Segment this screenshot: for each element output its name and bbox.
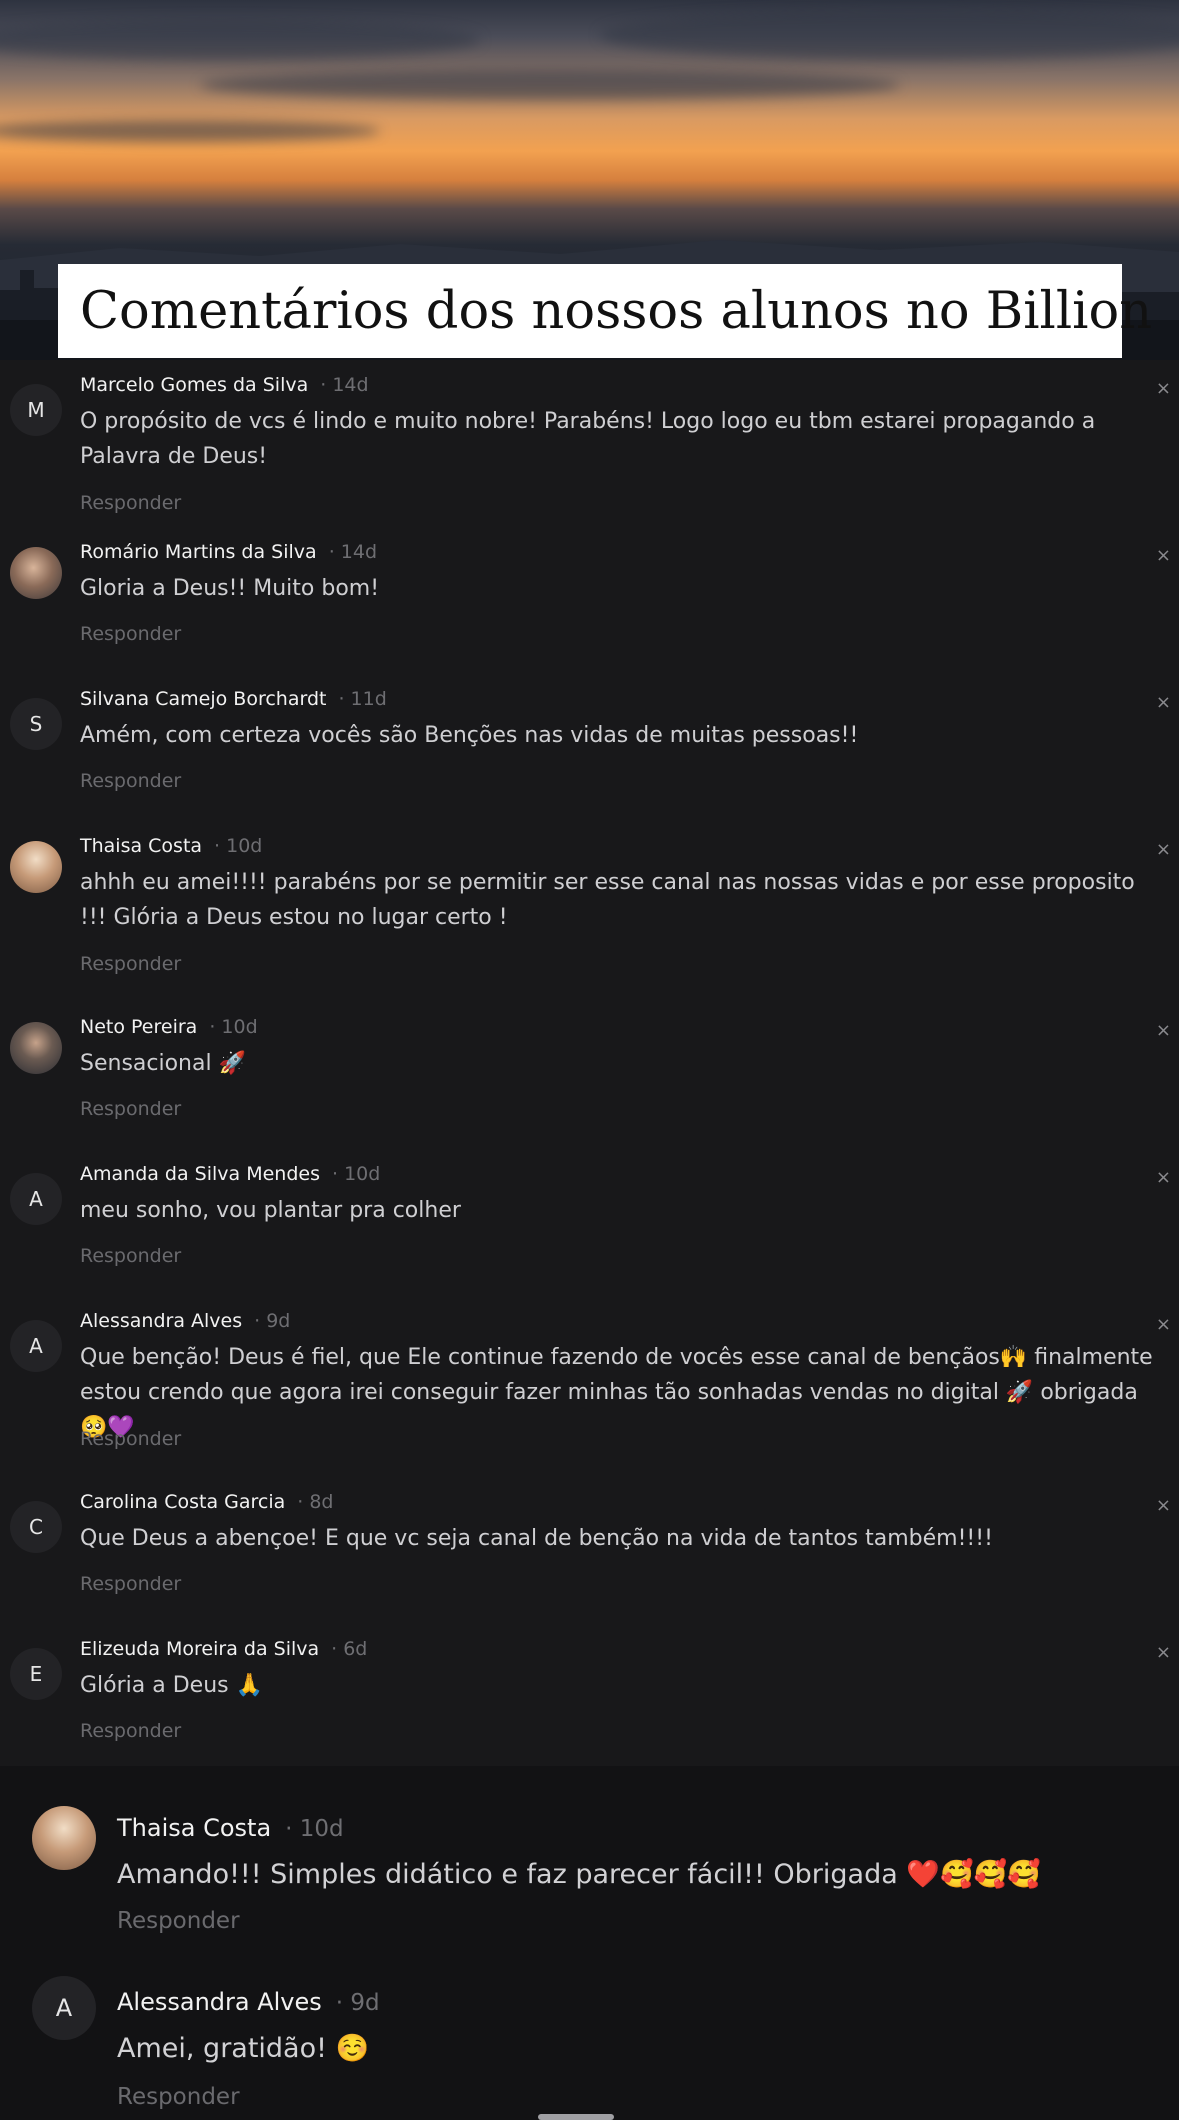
comment-text: O propósito de vcs é lindo e muito nobre…: [80, 409, 1096, 469]
reply-button[interactable]: Responder: [80, 1098, 181, 1120]
close-icon[interactable]: ×: [1156, 692, 1171, 713]
avatar[interactable]: [10, 547, 62, 599]
avatar[interactable]: E: [10, 1648, 62, 1700]
avatar[interactable]: M: [10, 384, 62, 436]
comment-text: Que Deus a abençoe! E que vc seja canal …: [80, 1526, 993, 1551]
author-name[interactable]: Silvana Camejo Borchardt: [80, 688, 326, 710]
comment-text: Amém, com certeza vocês são Benções nas …: [80, 723, 859, 748]
avatar[interactable]: S: [10, 698, 62, 750]
avatar[interactable]: [10, 841, 62, 893]
avatar[interactable]: [10, 1022, 62, 1074]
avatar[interactable]: A: [10, 1173, 62, 1225]
comment-text: Amei, gratidão! ☺️: [117, 2033, 370, 2064]
author-name[interactable]: Thaisa Costa: [80, 835, 202, 857]
comment-text: Glória a Deus 🙏: [80, 1673, 263, 1698]
close-icon[interactable]: ×: [1156, 839, 1171, 860]
comment-time: · 8d: [297, 1491, 334, 1513]
author-name[interactable]: Alessandra Alves: [117, 1988, 322, 2016]
page-title: Comentários dos nossos alunos no Billion: [80, 281, 1153, 341]
reply-button[interactable]: Responder: [80, 1245, 181, 1267]
reply-button[interactable]: Responder: [80, 770, 181, 792]
reply-button[interactable]: Responder: [80, 1573, 181, 1595]
comment-time: · 10d: [209, 1016, 258, 1038]
close-icon[interactable]: ×: [1156, 378, 1171, 399]
title-banner: Comentários dos nossos alunos no Billion: [58, 264, 1152, 358]
comment-time: · 10d: [285, 1816, 344, 1842]
avatar[interactable]: C: [10, 1501, 62, 1553]
avatar[interactable]: [32, 1806, 96, 1870]
home-indicator[interactable]: [538, 2114, 614, 2120]
close-icon[interactable]: ×: [1156, 545, 1171, 566]
author-name[interactable]: Romário Martins da Silva: [80, 541, 317, 563]
comment-time: · 14d: [320, 374, 369, 396]
reply-button[interactable]: Responder: [80, 1720, 181, 1742]
close-icon[interactable]: ×: [1156, 1167, 1171, 1188]
reply-button[interactable]: Responder: [80, 492, 181, 514]
close-icon[interactable]: ×: [1156, 1020, 1171, 1041]
comment-text: Gloria a Deus!! Muito bom!: [80, 576, 380, 601]
comment-text: meu sonho, vou plantar pra colher: [80, 1198, 461, 1223]
author-name[interactable]: Carolina Costa Garcia: [80, 1491, 285, 1513]
close-icon[interactable]: ×: [1156, 1642, 1171, 1663]
avatar[interactable]: A: [32, 1976, 96, 2040]
author-name[interactable]: Marcelo Gomes da Silva: [80, 374, 308, 396]
comment-text: Amando!!! Simples didático e faz parecer…: [117, 1859, 1041, 1890]
comment-time: · 9d: [254, 1310, 291, 1332]
close-icon[interactable]: ×: [1156, 1495, 1171, 1516]
author-name[interactable]: Elizeuda Moreira da Silva: [80, 1638, 319, 1660]
author-name[interactable]: Neto Pereira: [80, 1016, 197, 1038]
comment-time: · 10d: [214, 835, 263, 857]
reply-button[interactable]: Responder: [117, 2084, 240, 2110]
comment-text: Que benção! Deus é fiel, que Ele continu…: [80, 1345, 1153, 1440]
comment-text: ahhh eu amei!!!! parabéns por se permiti…: [80, 870, 1135, 930]
avatar[interactable]: A: [10, 1320, 62, 1372]
reply-button[interactable]: Responder: [80, 623, 181, 645]
author-name[interactable]: Thaisa Costa: [117, 1814, 271, 1842]
author-name[interactable]: Amanda da Silva Mendes: [80, 1163, 320, 1185]
reply-button[interactable]: Responder: [80, 1428, 181, 1450]
author-name[interactable]: Alessandra Alves: [80, 1310, 242, 1332]
comment-time: · 9d: [335, 1990, 380, 2016]
comment-time: · 10d: [332, 1163, 381, 1185]
comment-panel[interactable]: Thaisa Costa · 10d Amando!!! Simples didá…: [0, 1766, 1179, 2120]
comment-time: · 6d: [331, 1638, 368, 1660]
comment-text: Sensacional 🚀: [80, 1051, 246, 1076]
close-icon[interactable]: ×: [1156, 1314, 1171, 1335]
reply-button[interactable]: Responder: [80, 953, 181, 975]
reply-button[interactable]: Responder: [117, 1908, 240, 1934]
comment-time: · 11d: [338, 688, 387, 710]
comment-time: · 14d: [328, 541, 378, 563]
